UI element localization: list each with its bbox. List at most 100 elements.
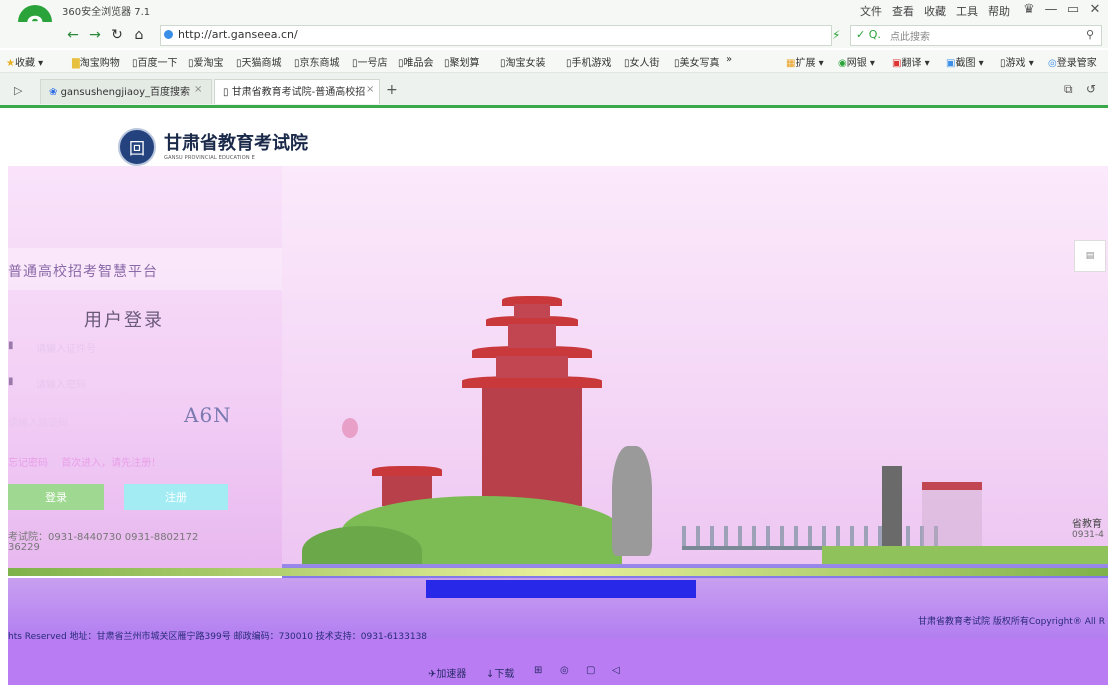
forward-icon[interactable]: → — [86, 26, 104, 44]
download-button[interactable]: ↓下载 — [486, 665, 514, 680]
contact-phone-extra: 36229 — [8, 542, 40, 553]
maximize-icon[interactable]: ▭ — [1062, 1, 1084, 19]
captcha-image[interactable]: A6N — [184, 403, 232, 427]
bookmark-label: 美女写真 — [679, 58, 720, 69]
home-icon[interactable]: ⌂ — [130, 26, 148, 44]
layout-icon[interactable]: ⊞ — [534, 665, 542, 676]
bookmark-label: 唯品会 — [403, 58, 434, 69]
bookmark-label: 手机游戏 — [571, 58, 612, 69]
bookmark-item[interactable]: ▯百度一下 — [132, 54, 178, 69]
right-phone: 0931-4 — [1072, 530, 1104, 540]
floating-service-icon[interactable]: ▤ — [1074, 240, 1106, 272]
address-text: hts Reserved 地址：甘肃省兰州市城关区雁宁路399号 邮政编码：73… — [8, 632, 428, 642]
register-button[interactable]: 注册 — [124, 484, 228, 510]
login-links: 忘记密码 首次进入，请先注册！ — [8, 454, 161, 469]
ext-bank[interactable]: ◉网银 ▾ — [838, 54, 875, 69]
bookmark-item[interactable]: ▯淘宝女装 — [500, 54, 546, 69]
contact-phone: 考试院：0931-8440730 0931-8802172 — [8, 532, 199, 543]
water-band — [426, 580, 696, 598]
ext-extensions[interactable]: ▦扩展 ▾ — [786, 54, 824, 69]
sidebar-toggle-icon[interactable]: ▷ — [14, 84, 22, 97]
bookmark-label: 一号店 — [357, 58, 388, 69]
bookmark-item[interactable]: ▯一号店 — [352, 54, 388, 69]
search-icon[interactable]: ⚲ — [1086, 28, 1094, 41]
bookmark-favorites[interactable]: ★收藏 ▾ — [6, 54, 43, 69]
refresh-icon[interactable]: ↻ — [108, 26, 126, 44]
tab-ganseea[interactable]: ▯ 甘肃省教育考试院-普通高校招 — [214, 79, 380, 104]
search-input[interactable] — [850, 25, 1102, 46]
speed-icon[interactable]: ⚡ — [832, 28, 840, 42]
ext-games[interactable]: ▯游戏 ▾ — [1000, 54, 1034, 69]
accelerator-button[interactable]: ✈加速器 — [428, 665, 466, 680]
bookmark-item[interactable]: ▇淘宝购物 — [72, 54, 120, 69]
site-name: 甘肃省教育考试院 — [164, 133, 308, 154]
forgot-password-link[interactable]: 忘记密码 — [8, 458, 48, 469]
app-title: 360安全浏览器 7.1 — [62, 7, 151, 18]
landscape-background — [282, 166, 1108, 596]
menu-help[interactable]: 帮助 — [988, 3, 1010, 19]
ext-screenshot[interactable]: ▣截图 ▾ — [946, 54, 984, 69]
status-label: 下载 — [494, 669, 515, 680]
lock-icon: ▮ — [8, 376, 14, 387]
menu-view[interactable]: 查看 — [892, 3, 914, 19]
tab-label: gansushengjiaoy_百度搜索 — [60, 87, 191, 98]
bookmark-label: 淘宝女装 — [505, 58, 546, 69]
address-text[interactable]: http://art.ganseea.cn/ — [178, 28, 298, 41]
user-icon: ▮ — [8, 340, 14, 351]
bookmark-item[interactable]: ▯女人街 — [624, 54, 660, 69]
tab-close-icon[interactable]: × — [194, 84, 202, 95]
captcha-input[interactable]: 请输入验证码 — [8, 414, 68, 429]
bookmark-label: 淘宝购物 — [79, 58, 120, 69]
new-tab-icon[interactable]: + — [386, 82, 398, 98]
search-engine-icon[interactable]: ✓ Q. — [856, 28, 881, 41]
exam-authority-emblem-icon: 回 — [118, 128, 156, 166]
login-title: 用户登录 — [84, 310, 164, 331]
grass-strip — [8, 568, 1108, 576]
menu-file[interactable]: 文件 — [860, 3, 882, 19]
login-button[interactable]: 登录 — [8, 484, 104, 510]
undo-close-icon[interactable]: ↺ — [1086, 82, 1096, 96]
bookmark-label: 收藏 — [14, 58, 35, 69]
close-icon[interactable]: ✕ — [1084, 1, 1106, 19]
ext-label: 网银 — [846, 58, 867, 69]
minimize-icon[interactable]: — — [1040, 1, 1062, 19]
ext-label: 游戏 — [1005, 58, 1026, 69]
browser-mode-icon[interactable]: ◎ — [560, 665, 569, 676]
bookmark-item[interactable]: ▯唯品会 — [398, 54, 434, 69]
bookmark-item[interactable]: ▯爱淘宝 — [188, 54, 224, 69]
bookmark-item[interactable]: ▯美女写真 — [674, 54, 720, 69]
tab-label: 甘肃省教育考试院-普通高校招 — [231, 87, 366, 98]
menu-favorites[interactable]: 收藏 — [924, 3, 946, 19]
ext-label: 扩展 — [795, 58, 816, 69]
footer-bottom — [8, 638, 1108, 685]
bookmark-label: 天猫商城 — [241, 58, 282, 69]
back-icon[interactable]: ← — [64, 26, 82, 44]
window-icon[interactable]: ▢ — [586, 665, 595, 676]
bookmark-item[interactable]: ▯京东商城 — [294, 54, 340, 69]
search-placeholder: 点此搜索 — [890, 32, 930, 43]
ext-label: 登录管家 — [1056, 58, 1097, 69]
platform-title: 普通高校招考智慧平台 — [8, 264, 158, 280]
bookmark-label: 京东商城 — [299, 58, 340, 69]
site-favicon-icon — [164, 30, 173, 39]
tab-baidu-search[interactable]: ❀ gansushengjiaoy_百度搜索 — [40, 79, 212, 104]
bookmark-item[interactable]: ▯天猫商城 — [236, 54, 282, 69]
bookmark-label: 聚划算 — [449, 58, 480, 69]
sound-icon[interactable]: ◁ — [612, 665, 620, 676]
menu-tools[interactable]: 工具 — [956, 3, 978, 19]
bookmark-item[interactable]: ▯手机游戏 — [566, 54, 612, 69]
bookmark-item[interactable]: ▯聚划算 — [444, 54, 480, 69]
ext-translate[interactable]: ▣翻译 ▾ — [892, 54, 930, 69]
bookmarks-more[interactable]: » — [726, 54, 732, 65]
ext-label: 截图 — [955, 58, 976, 69]
ext-label: 翻译 — [901, 58, 922, 69]
username-input[interactable]: 请输入证件号 — [36, 340, 96, 355]
ext-login-manager[interactable]: ◎登录管家 — [1048, 54, 1097, 69]
skin-icon[interactable]: ♛ — [1018, 1, 1040, 19]
password-input[interactable]: 请输入密码 — [36, 376, 86, 391]
restore-tabs-icon[interactable]: ⧉ — [1064, 82, 1073, 97]
tab-close-icon[interactable]: × — [366, 84, 374, 95]
bookmark-label: 爱淘宝 — [193, 58, 224, 69]
copyright-text: 甘肃省教育考试院 版权所有Copyright® All R — [918, 617, 1105, 627]
first-time-register-link[interactable]: 首次进入，请先注册！ — [61, 458, 161, 469]
